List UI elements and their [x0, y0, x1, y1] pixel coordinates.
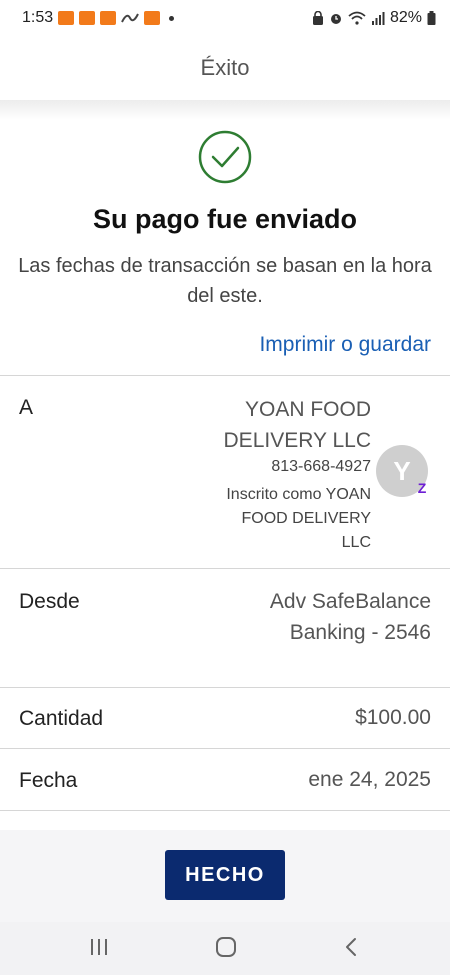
success-subtitle: Las fechas de transacción se basan en la…: [18, 255, 432, 307]
lock-icon: [312, 11, 323, 25]
home-icon[interactable]: [213, 934, 239, 960]
from-label: Desde: [19, 590, 80, 613]
amount-value: $100.00: [355, 706, 431, 729]
battery-percent: 82%: [389, 9, 422, 26]
recipient-phone: 813-668-4927: [271, 458, 371, 475]
link-notification-icon: [121, 13, 140, 23]
recent-apps-icon[interactable]: [88, 934, 110, 960]
avatar-initial: Y: [393, 455, 411, 486]
wifi-icon: [348, 11, 366, 25]
success-title: Su pago fue enviado: [92, 204, 358, 234]
status-right: 82%: [312, 9, 436, 27]
page-title: Éxito: [200, 55, 250, 80]
back-icon[interactable]: [340, 934, 362, 960]
alarm-icon: [330, 14, 341, 24]
recipient-enrolled-as: Inscrito como YOAN FOOD DELIVERY LLC: [226, 486, 371, 551]
divider: [0, 748, 450, 749]
app-notification-icon: [58, 11, 75, 25]
zelle-badge-icon: Z: [417, 480, 427, 496]
app-notification-icon: [79, 11, 96, 25]
date-value: ene 24, 2025: [308, 768, 431, 791]
amount-label: Cantidad: [19, 707, 104, 730]
app-notification-icon: [100, 11, 117, 25]
status-bar: 1:53 82%: [0, 0, 450, 36]
status-left: 1:53: [22, 9, 175, 27]
app-notification-icon: [144, 11, 161, 25]
battery-icon: [427, 11, 436, 25]
divider: [0, 375, 450, 376]
done-button[interactable]: HECHO: [165, 850, 285, 900]
recipient-name: YOAN FOOD DELIVERY LLC: [223, 398, 371, 452]
check-circle-icon: [198, 130, 252, 184]
more-notifications-icon: [169, 15, 175, 21]
print-or-save-link[interactable]: Imprimir o guardar: [259, 333, 431, 357]
divider: [0, 568, 450, 569]
to-label: A: [19, 396, 34, 419]
status-time: 1:53: [22, 9, 54, 26]
header-shadow: [0, 100, 450, 120]
date-label: Fecha: [19, 769, 78, 792]
divider: [0, 687, 450, 688]
from-account: Adv SafeBalance Banking - 2546: [269, 590, 431, 644]
signal-icon: [371, 12, 385, 25]
page-header: Éxito: [0, 36, 450, 100]
divider: [0, 810, 450, 811]
